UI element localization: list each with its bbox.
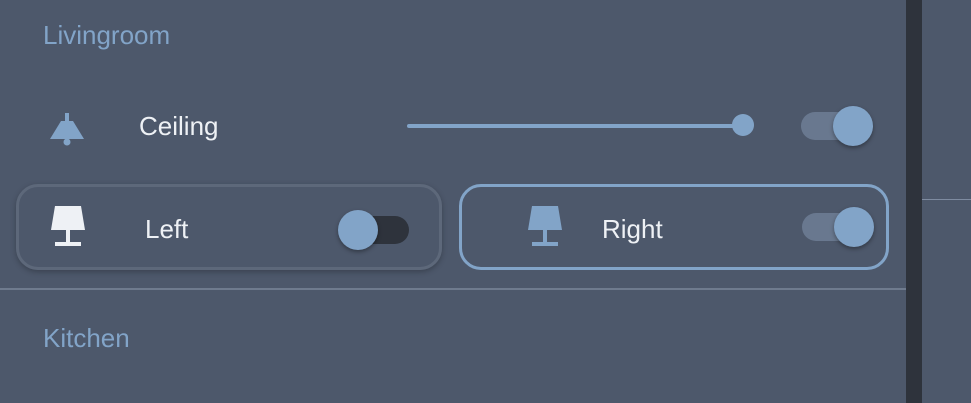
light-card-right[interactable]: Right [459,184,889,270]
section-title-kitchen: Kitchen [43,323,130,353]
section-title-livingroom: Livingroom [43,20,171,50]
light-row-ceiling[interactable]: Ceiling [0,96,906,156]
ceiling-lamp-icon [50,112,84,151]
left-toggle-thumb[interactable] [338,210,378,250]
rooms-panel: Livingroom Ceiling Left Right Kitchen [0,0,906,403]
light-card-left[interactable]: Left [16,184,442,270]
ceiling-toggle-thumb[interactable] [833,106,873,146]
right-toggle-thumb[interactable] [834,207,874,247]
ceiling-brightness-slider-track[interactable] [407,124,743,128]
side-panel-divider [922,199,971,200]
left-label: Left [145,214,189,244]
panel-scrollbar[interactable] [906,0,922,403]
side-panel [922,0,971,403]
table-lamp-icon [51,206,85,253]
section-divider [0,288,906,290]
table-lamp-icon [528,206,562,253]
ceiling-label: Ceiling [139,111,219,141]
ceiling-brightness-slider-thumb[interactable] [732,114,754,136]
right-label: Right [602,214,663,244]
